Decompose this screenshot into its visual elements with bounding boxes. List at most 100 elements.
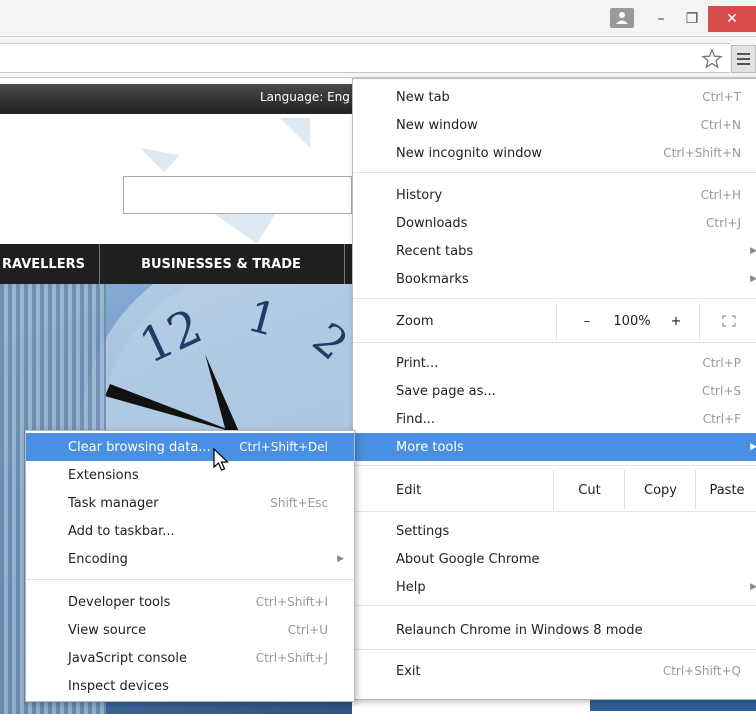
menu-item-shortcut: Ctrl+Shift+Q: [662, 664, 741, 678]
menu-item-developer-tools[interactable]: Developer tools Ctrl+Shift+I: [26, 588, 354, 616]
menu-item-bookmarks[interactable]: Bookmarks ▶: [353, 265, 756, 293]
menu-item-shortcut: Ctrl+U: [287, 623, 328, 637]
mouse-cursor-icon: [212, 447, 232, 478]
menu-item-label: Bookmarks: [396, 271, 469, 287]
menu-item-extensions[interactable]: Extensions: [26, 461, 354, 489]
menu-item-label: Save page as...: [396, 383, 496, 399]
zoom-in-button[interactable]: +: [653, 301, 699, 341]
menu-item-label: New window: [396, 117, 478, 133]
menu-row-edit: Edit Cut Copy Paste: [353, 470, 756, 510]
nav-item-businesses[interactable]: BUSINESSES & TRADE: [98, 244, 345, 284]
menu-item-encoding[interactable]: Encoding ▶: [26, 545, 354, 573]
menu-item-relaunch-windows8[interactable]: Relaunch Chrome in Windows 8 mode: [353, 616, 756, 644]
menu-item-new-window[interactable]: New window Ctrl+N: [353, 111, 756, 139]
menu-separator: [353, 605, 756, 606]
menu-item-shortcut: Ctrl+J: [706, 216, 741, 230]
menu-item-more-tools[interactable]: More tools ▶: [353, 433, 756, 461]
menu-item-label: History: [396, 187, 443, 203]
menu-item-label: Task manager: [68, 495, 159, 511]
menu-separator: [353, 649, 756, 650]
menu-item-label: Exit: [396, 663, 421, 679]
menu-separator: [26, 579, 354, 580]
menu-item-shortcut: Ctrl+S: [701, 384, 741, 398]
copy-button[interactable]: Copy: [624, 470, 696, 510]
menu-separator: [353, 465, 756, 466]
menu-row-zoom: Zoom – 100% +: [353, 301, 756, 341]
menu-item-label: View source: [68, 622, 147, 638]
menu-item-label: About Google Chrome: [396, 551, 540, 567]
menu-item-help[interactable]: Help ▶: [353, 573, 756, 601]
zoom-level: 100%: [613, 313, 651, 329]
menu-separator: [353, 298, 756, 299]
menu-item-shortcut: Ctrl+Shift+J: [255, 651, 328, 665]
menu-item-print[interactable]: Print... Ctrl+P: [353, 349, 756, 377]
edit-label: Edit: [396, 482, 422, 498]
menu-separator: [353, 172, 756, 173]
menu-item-new-tab[interactable]: New tab Ctrl+T: [353, 83, 756, 111]
menu-item-javascript-console[interactable]: JavaScript console Ctrl+Shift+J: [26, 644, 354, 672]
menu-item-view-source[interactable]: View source Ctrl+U: [26, 616, 354, 644]
menu-item-label: Find...: [396, 411, 436, 427]
menu-item-label: Extensions: [68, 467, 139, 483]
menu-item-shortcut: Ctrl+P: [702, 356, 741, 370]
menu-item-label: New tab: [396, 89, 450, 105]
menu-item-label: JavaScript console: [68, 650, 187, 666]
maximize-button[interactable]: ❐: [677, 6, 707, 32]
menu-item-history[interactable]: History Ctrl+H: [353, 181, 756, 209]
menu-item-about-chrome[interactable]: About Google Chrome: [353, 545, 756, 573]
language-label: Language:: [260, 90, 324, 104]
menu-item-shortcut: Ctrl+Shift+N: [663, 146, 741, 160]
menu-separator: [353, 511, 756, 512]
menu-item-find[interactable]: Find... Ctrl+F: [353, 405, 756, 433]
menu-item-label: Relaunch Chrome in Windows 8 mode: [396, 622, 643, 638]
site-search-input[interactable]: [123, 176, 352, 214]
menu-item-label: Downloads: [396, 215, 468, 231]
more-tools-submenu: Clear browsing data... Ctrl+Shift+Del Ex…: [25, 430, 355, 702]
minimize-button[interactable]: –: [646, 6, 676, 32]
address-bar[interactable]: [0, 43, 730, 73]
menu-item-shortcut: Ctrl+H: [700, 188, 741, 202]
menu-item-shortcut: Ctrl+F: [702, 412, 741, 426]
paste-button[interactable]: Paste: [695, 470, 756, 510]
user-icon[interactable]: [610, 8, 634, 28]
zoom-out-button[interactable]: –: [556, 301, 617, 341]
menu-item-shortcut: Shift+Esc: [270, 496, 328, 510]
fullscreen-icon[interactable]: [699, 301, 756, 341]
menu-item-exit[interactable]: Exit Ctrl+Shift+Q: [353, 657, 756, 685]
menu-item-label: Clear browsing data...: [68, 439, 211, 455]
menu-separator: [353, 342, 756, 343]
menu-item-label: Inspect devices: [68, 678, 169, 694]
menu-item-label: Help: [396, 579, 426, 595]
submenu-arrow-icon: ▶: [750, 274, 756, 284]
menu-item-shortcut: Ctrl+Shift+I: [255, 595, 328, 609]
close-button[interactable]: ✕: [708, 6, 756, 32]
menu-item-label: Encoding: [68, 551, 128, 567]
menu-item-save-page-as[interactable]: Save page as... Ctrl+S: [353, 377, 756, 405]
language-selector[interactable]: Language: Eng: [260, 90, 350, 104]
submenu-arrow-icon: ▶: [337, 554, 344, 564]
submenu-arrow-icon: ▶: [750, 442, 756, 452]
hamburger-menu-icon[interactable]: [731, 45, 756, 73]
language-value: Eng: [327, 90, 350, 104]
cut-button[interactable]: Cut: [553, 470, 625, 510]
chrome-main-menu: New tab Ctrl+T New window Ctrl+N New inc…: [352, 78, 756, 700]
menu-item-settings[interactable]: Settings: [353, 517, 756, 545]
menu-item-inspect-devices[interactable]: Inspect devices: [26, 672, 354, 700]
menu-item-task-manager[interactable]: Task manager Shift+Esc: [26, 489, 354, 517]
nav-item-travellers[interactable]: RAVELLERS: [0, 244, 100, 284]
menu-item-label: Print...: [396, 355, 439, 371]
star-icon[interactable]: [700, 47, 724, 71]
menu-item-label: New incognito window: [396, 145, 543, 161]
menu-item-label: Recent tabs: [396, 243, 474, 259]
zoom-label: Zoom: [396, 313, 434, 329]
menu-item-add-to-taskbar[interactable]: Add to taskbar...: [26, 517, 354, 545]
menu-item-downloads[interactable]: Downloads Ctrl+J: [353, 209, 756, 237]
menu-item-label: More tools: [396, 439, 464, 455]
menu-item-new-incognito-window[interactable]: New incognito window Ctrl+Shift+N: [353, 139, 756, 167]
menu-item-shortcut: Ctrl+T: [702, 90, 741, 104]
menu-item-recent-tabs[interactable]: Recent tabs ▶: [353, 237, 756, 265]
menu-item-shortcut: Ctrl+N: [700, 118, 741, 132]
menu-item-label: Developer tools: [68, 594, 171, 610]
menu-item-label: Add to taskbar...: [68, 523, 175, 539]
menu-item-clear-browsing-data[interactable]: Clear browsing data... Ctrl+Shift+Del: [26, 433, 354, 461]
